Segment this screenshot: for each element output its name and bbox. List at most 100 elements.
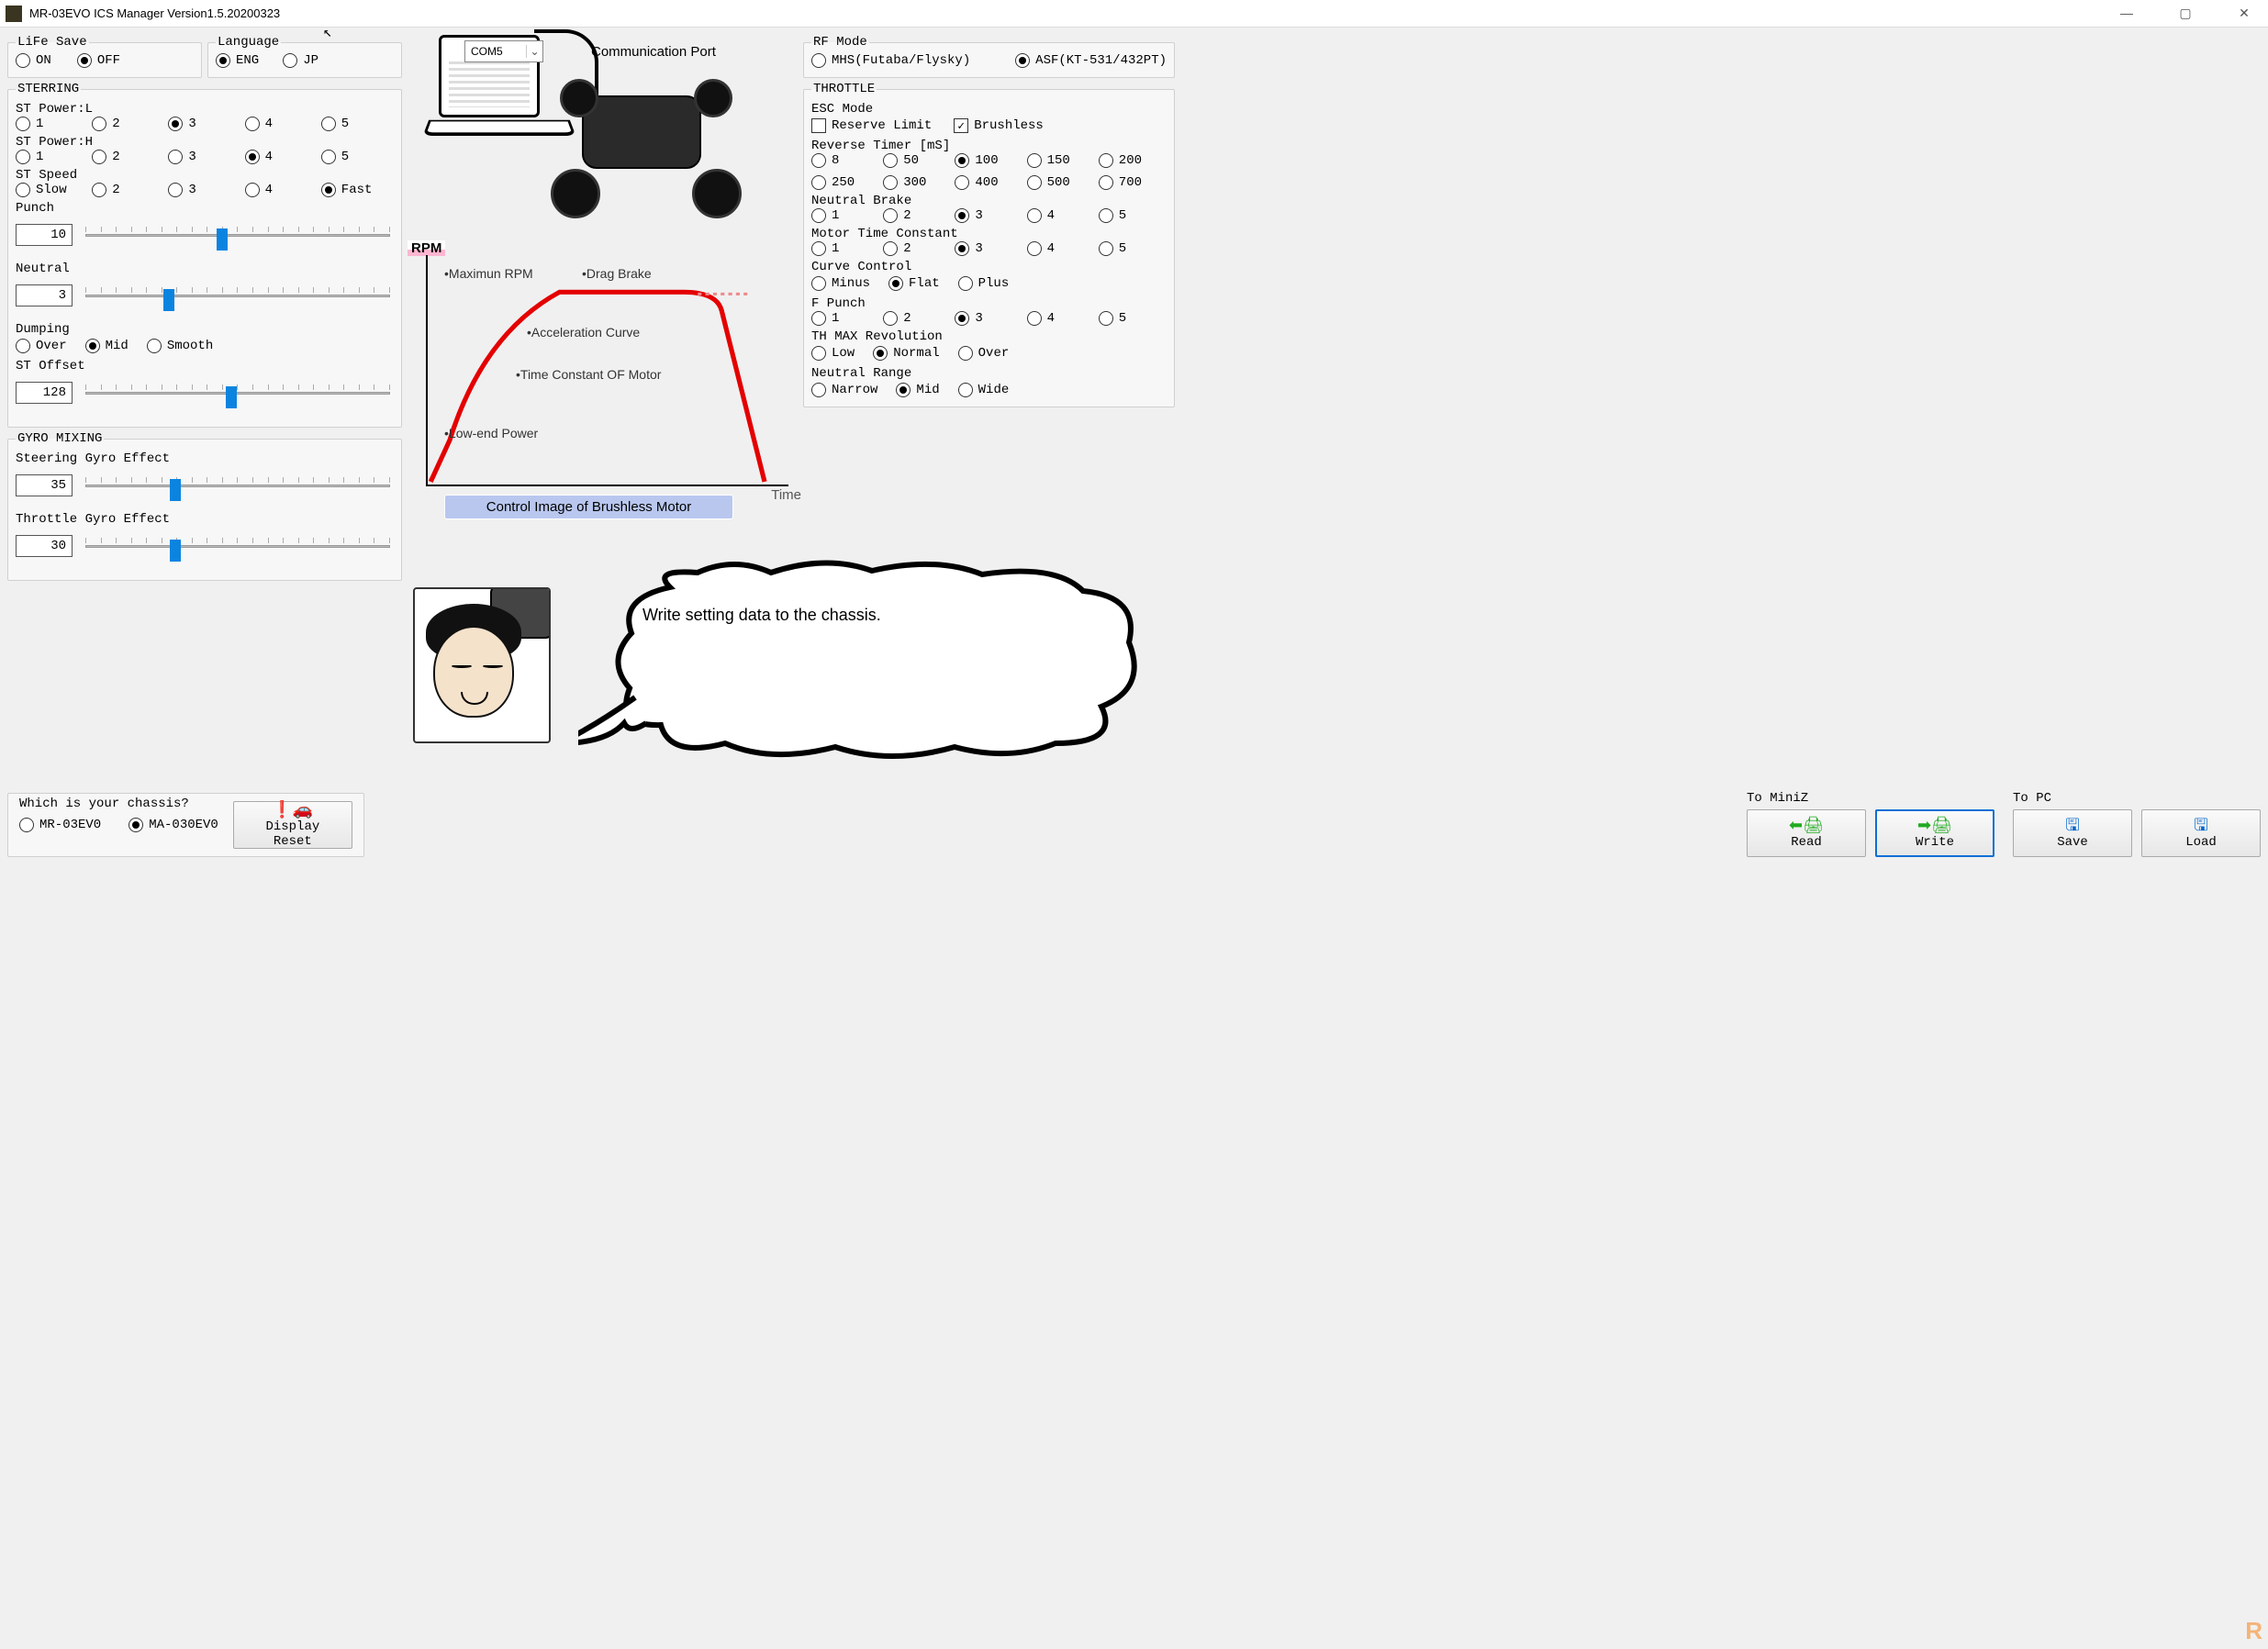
- throttle-nrange-mid[interactable]: Mid: [896, 383, 939, 397]
- throttle-fpunch-4[interactable]: 4: [1027, 311, 1095, 326]
- rf-mhs[interactable]: MHS(Futaba/Flysky): [811, 53, 970, 68]
- throttle-nbrake-3[interactable]: 3: [955, 208, 1022, 223]
- throttle-rev-200[interactable]: 200: [1099, 153, 1167, 168]
- neutral-input[interactable]: [16, 284, 73, 306]
- steering-speed-fast[interactable]: Fast: [321, 183, 394, 197]
- steering-speed-2[interactable]: 2: [92, 183, 164, 197]
- throttle-rev-50[interactable]: 50: [883, 153, 951, 168]
- curve-label: Curve Control: [811, 260, 1167, 274]
- throttle-curve-flat[interactable]: Flat: [888, 276, 940, 291]
- neutral-slider[interactable]: [82, 282, 394, 309]
- language-jp[interactable]: JP: [283, 53, 318, 68]
- gyro-steer-slider[interactable]: [82, 472, 394, 499]
- throttle-curve-plus[interactable]: Plus: [958, 276, 1010, 291]
- reserve-limit-check[interactable]: Reserve Limit: [811, 118, 932, 133]
- close-button[interactable]: ✕: [2226, 6, 2262, 21]
- brushless-check[interactable]: ✓Brushless: [954, 118, 1044, 133]
- save-button[interactable]: 🖫Save: [2013, 809, 2132, 857]
- steering-power_h-5[interactable]: 5: [321, 150, 394, 164]
- throttle-mtc-1[interactable]: 1: [811, 241, 879, 256]
- throttle-nbrake-2[interactable]: 2: [883, 208, 951, 223]
- chassis-mr-03ev0[interactable]: MR-03EV0: [19, 818, 101, 832]
- throttle-rev-700[interactable]: 700: [1099, 175, 1167, 190]
- st-offset-slider[interactable]: [82, 379, 394, 407]
- throttle-rev-150[interactable]: 150: [1027, 153, 1095, 168]
- maximize-button[interactable]: ▢: [2167, 6, 2204, 21]
- write-button[interactable]: ➡🖨Write: [1875, 809, 1994, 857]
- watermark: R: [2245, 1617, 2262, 1645]
- max-rpm-label: Maximun RPM: [449, 266, 533, 281]
- throttle-nrange-narrow[interactable]: Narrow: [811, 383, 877, 397]
- chassis-ma-030ev0[interactable]: MA-030EV0: [128, 818, 218, 832]
- steering-power_h-4[interactable]: 4: [245, 150, 318, 164]
- neutral-brake-label: Neutral Brake: [811, 194, 1167, 208]
- throttle-mtc-2[interactable]: 2: [883, 241, 951, 256]
- throttle-fpunch-5[interactable]: 5: [1099, 311, 1167, 326]
- steering-speed-slow[interactable]: Slow: [16, 183, 88, 197]
- throttle-thmax-normal[interactable]: Normal: [873, 346, 939, 361]
- steering-power_h-2[interactable]: 2: [92, 150, 164, 164]
- titlebar: MR-03EVO ICS Manager Version1.5.20200323…: [0, 0, 2268, 28]
- illustration: COM5⌄ Communication Port: [408, 35, 798, 237]
- steering-dumping-over[interactable]: Over: [16, 339, 67, 353]
- gyro-thr-slider[interactable]: [82, 532, 394, 560]
- to-miniz-label: To MiniZ: [1747, 791, 1994, 806]
- comm-port-label: Communication Port: [591, 44, 716, 60]
- rf-asf[interactable]: ASF(KT-531/432PT): [1015, 53, 1167, 68]
- load-button[interactable]: 🖫Load: [2141, 809, 2261, 857]
- chassis-label: Which is your chassis?: [19, 797, 189, 811]
- throttle-rev-100[interactable]: 100: [955, 153, 1022, 168]
- steering-dumping-smooth[interactable]: Smooth: [147, 339, 213, 353]
- throttle-rev-500[interactable]: 500: [1027, 175, 1095, 190]
- steering-power_l-1[interactable]: 1: [16, 117, 88, 131]
- throttle-rev-300[interactable]: 300: [883, 175, 951, 190]
- throttle-nbrake-4[interactable]: 4: [1027, 208, 1095, 223]
- gyro-steer-input[interactable]: [16, 474, 73, 496]
- steering-power_l-3[interactable]: 3: [168, 117, 240, 131]
- throttle-thmax-over[interactable]: Over: [958, 346, 1010, 361]
- steering-power_l-2[interactable]: 2: [92, 117, 164, 131]
- throttle-thmax-low[interactable]: Low: [811, 346, 855, 361]
- language-eng[interactable]: ENG: [216, 53, 259, 68]
- display-reset-button[interactable]: ❗🚗 Display Reset: [233, 801, 352, 849]
- neutral-brake-row: 12345: [811, 208, 1167, 223]
- throttle-fpunch-2[interactable]: 2: [883, 311, 951, 326]
- accel-label: Acceleration Curve: [531, 325, 640, 340]
- throttle-mtc-4[interactable]: 4: [1027, 241, 1095, 256]
- to-pc-label: To PC: [2013, 791, 2261, 806]
- chassis-row: MR-03EV0 MA-030EV0: [19, 816, 218, 834]
- throttle-nrange-wide[interactable]: Wide: [958, 383, 1010, 397]
- steering-power_l-4[interactable]: 4: [245, 117, 318, 131]
- steering-power_h-3[interactable]: 3: [168, 150, 240, 164]
- st-offset-input[interactable]: [16, 382, 73, 404]
- steering-group: STERRING ST Power:L 12345 ST Power:H 123…: [7, 82, 402, 428]
- life-save-off[interactable]: OFF: [77, 53, 120, 68]
- gyro-thr-label: Throttle Gyro Effect: [16, 512, 394, 527]
- st-speed-row: Slow 234Fast: [16, 183, 394, 197]
- throttle-mtc-5[interactable]: 5: [1099, 241, 1167, 256]
- steering-power_h-1[interactable]: 1: [16, 150, 88, 164]
- steering-speed-4[interactable]: 4: [245, 183, 318, 197]
- throttle-rev-250[interactable]: 250: [811, 175, 879, 190]
- gyro-thr-input[interactable]: [16, 535, 73, 557]
- throttle-mtc-3[interactable]: 3: [955, 241, 1022, 256]
- steering-speed-3[interactable]: 3: [168, 183, 240, 197]
- throttle-fpunch-1[interactable]: 1: [811, 311, 879, 326]
- steering-dumping-mid[interactable]: Mid: [85, 339, 128, 353]
- throttle-fpunch-3[interactable]: 3: [955, 311, 1022, 326]
- minimize-button[interactable]: —: [2108, 6, 2145, 21]
- thmax-label: TH MAX Revolution: [811, 329, 1167, 344]
- com-port-select[interactable]: COM5⌄: [464, 40, 543, 62]
- throttle-curve-minus[interactable]: Minus: [811, 276, 870, 291]
- punch-input[interactable]: [16, 224, 73, 246]
- punch-slider[interactable]: [82, 221, 394, 249]
- throttle-nbrake-1[interactable]: 1: [811, 208, 879, 223]
- throttle-rev-8[interactable]: 8: [811, 153, 879, 168]
- steering-power_l-5[interactable]: 5: [321, 117, 394, 131]
- throttle-nbrake-5[interactable]: 5: [1099, 208, 1167, 223]
- life-save-on[interactable]: ON: [16, 53, 51, 68]
- read-button[interactable]: ⬅🖨Read: [1747, 809, 1866, 857]
- warning-icon: ❗🚗: [272, 801, 313, 818]
- throttle-group: THROTTLE ESC Mode Reserve Limit ✓Brushle…: [803, 82, 1175, 407]
- throttle-rev-400[interactable]: 400: [955, 175, 1022, 190]
